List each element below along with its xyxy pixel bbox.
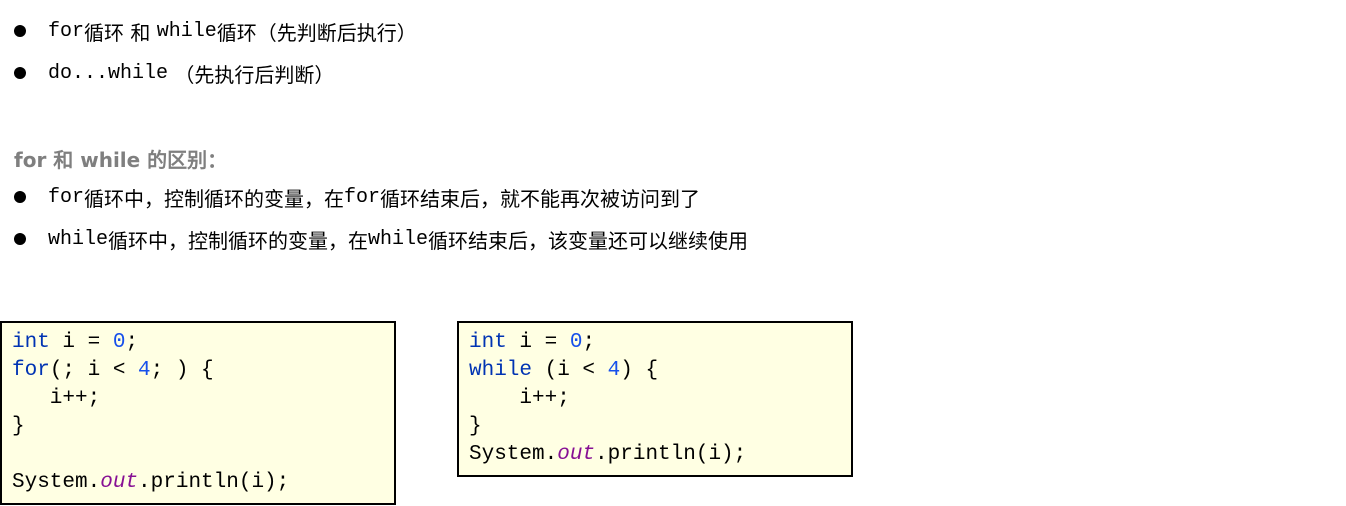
code-text: (; i < xyxy=(49,359,139,382)
bullet-text: （先执行后判断） xyxy=(168,62,335,87)
code-text: i = xyxy=(506,331,570,354)
code-line: } xyxy=(12,415,25,438)
bullet-dot-icon xyxy=(14,233,26,245)
bullet-text: 循环结束后，该变量还可以继续使用 xyxy=(428,228,749,253)
code-block-for: int i = 0; for(; i < 4; ) { i++; } Syste… xyxy=(0,321,396,505)
bullet-item-while-difference: while 循环中，控制循环的变量，在 while 循环结束后，该变量还可以继续… xyxy=(14,226,749,253)
bullet-text: 循环 和 xyxy=(84,20,157,45)
code-line: i++; xyxy=(12,387,101,410)
code-text: System. xyxy=(469,443,558,466)
code-number: 0 xyxy=(569,331,583,354)
code-block-while: int i = 0; while (i < 4) { i++; } System… xyxy=(457,321,853,477)
code-text: ; ) { xyxy=(150,359,214,382)
code-keyword: for xyxy=(12,359,50,382)
code-text: ) { xyxy=(620,359,659,382)
bullet-text: 循环中，控制循环的变量，在 xyxy=(108,228,369,253)
code-field: out xyxy=(557,443,596,466)
code-line: for(; i < 4; ) { xyxy=(12,357,384,385)
code-number: 4 xyxy=(607,359,621,382)
code-line: System.out.println(i); xyxy=(469,441,841,469)
bullet-dot-icon xyxy=(14,191,26,203)
bullet-item-do-while: do...while （先执行后判断） xyxy=(14,60,335,87)
code-text: .println(i); xyxy=(138,471,290,494)
code-keyword: while xyxy=(368,227,429,251)
code-keyword: do...while xyxy=(48,61,169,85)
code-number: 0 xyxy=(112,331,126,354)
code-field: out xyxy=(100,471,139,494)
code-keyword: for xyxy=(344,185,381,209)
code-keyword: while xyxy=(156,19,217,43)
bullet-text: 循环结束后，就不能再次被访问到了 xyxy=(380,186,701,211)
bullet-text: 循环中，控制循环的变量，在 xyxy=(84,186,345,211)
code-keyword: while xyxy=(469,359,533,382)
code-keyword: int xyxy=(469,331,507,354)
code-text: i = xyxy=(49,331,113,354)
code-keyword: while xyxy=(48,227,109,251)
code-line: while (i < 4) { xyxy=(469,357,841,385)
code-text: .println(i); xyxy=(595,443,747,466)
code-keyword: for xyxy=(48,185,85,209)
bullet-text: 循环（先判断后执行） xyxy=(216,20,417,45)
section-subtitle: for 和 while 的区别： xyxy=(14,148,228,172)
code-line: int i = 0; xyxy=(12,329,384,357)
code-text: (i < xyxy=(532,359,608,382)
bullet-item-for-difference: for 循环中，控制循环的变量，在 for 循环结束后，就不能再次被访问到了 xyxy=(14,184,701,211)
bullet-dot-icon xyxy=(14,67,26,79)
code-line: int i = 0; xyxy=(469,329,841,357)
code-line: } xyxy=(469,415,482,438)
code-text: System. xyxy=(12,471,101,494)
code-text: ; xyxy=(125,331,139,354)
bullet-item-for-while: for 循环 和 while 循环（先判断后执行） xyxy=(14,18,417,45)
code-keyword: int xyxy=(12,331,50,354)
code-line: i++; xyxy=(469,387,570,410)
code-keyword: for xyxy=(48,19,85,43)
code-number: 4 xyxy=(138,359,151,382)
code-line: System.out.println(i); xyxy=(12,469,384,497)
bullet-dot-icon xyxy=(14,25,26,37)
code-text: ; xyxy=(582,331,596,354)
